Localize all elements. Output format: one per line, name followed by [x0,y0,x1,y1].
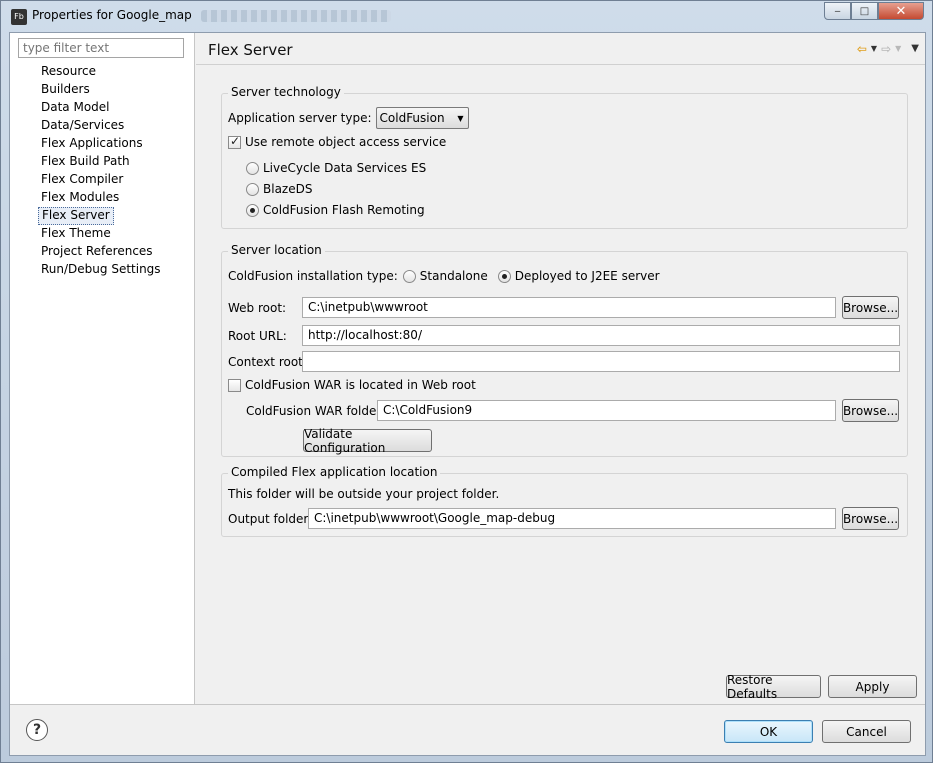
context-root-input[interactable] [302,351,900,372]
livecycle-label: LiveCycle Data Services ES [263,161,427,175]
war-folder-browse-button[interactable]: Browse... [842,399,899,422]
dialog-button-bar: ? OK Cancel [10,704,925,755]
app-server-type-select[interactable]: ColdFusion ▼ [375,107,469,129]
output-location-group: Compiled Flex application location This … [221,465,908,537]
app-server-type-row: Application server type: ColdFusion ▼ [228,107,469,129]
radio-livecycle[interactable]: LiveCycle Data Services ES [246,161,426,175]
tree-item-data-model[interactable]: Data Model [38,99,164,117]
filter-input[interactable] [18,38,184,58]
tree-item-data-services[interactable]: Data/Services [38,117,164,135]
close-button[interactable]: ✕ [878,2,924,20]
app-server-type-value: ColdFusion [379,111,445,125]
root-url-label: Root URL: [228,329,287,343]
cancel-button[interactable]: Cancel [822,720,911,743]
dialog-client-area: Resource Builders Data Model Data/Servic… [9,32,926,756]
view-menu-chevron-icon[interactable]: ▼ [911,42,919,56]
standalone-radio[interactable] [402,269,416,283]
forward-arrow-icon[interactable]: ⇨ [881,42,891,56]
tree-item-flex-compiler[interactable]: Flex Compiler [38,171,164,189]
page-navigation: ⇦ ▼ ⇨ ▼ ▼ [857,42,919,56]
apply-button[interactable]: Apply [828,675,917,698]
standalone-label[interactable]: Standalone [420,269,488,283]
remote-object-checkbox[interactable] [228,134,241,149]
output-note: This folder will be outside your project… [228,487,500,501]
tree-item-run-debug-settings[interactable]: Run/Debug Settings [38,261,164,279]
coldfusion-flash-remoting-label: ColdFusion Flash Remoting [263,203,425,217]
war-folder-label: ColdFusion WAR folder: [246,404,386,418]
remote-object-row[interactable]: Use remote object access service [228,134,447,149]
maximize-button[interactable]: □ [851,2,878,20]
war-in-webroot-label: ColdFusion WAR is located in Web root [245,378,476,392]
war-folder-input[interactable]: C:\ColdFusion9 [377,400,836,421]
restore-defaults-button[interactable]: Restore Defaults [726,673,821,701]
radio-blazeds[interactable]: BlazeDS [246,182,312,196]
output-location-label: Compiled Flex application location [228,465,441,479]
livecycle-radio[interactable] [246,161,259,175]
server-location-label: Server location [228,243,325,257]
tree-item-flex-server[interactable]: Flex Server [38,207,114,225]
install-type-row: ColdFusion installation type: Standalone… [228,269,660,283]
forward-menu-chevron-icon[interactable]: ▼ [895,42,901,56]
war-in-webroot-checkbox[interactable] [228,378,241,392]
properties-sidebar: Resource Builders Data Model Data/Servic… [10,33,195,704]
title-bar[interactable]: Fb Properties for Google_map ‒ □ ✕ [1,1,933,31]
radio-coldfusion-flash-remoting[interactable]: ColdFusion Flash Remoting [246,203,425,217]
tree-item-resource[interactable]: Resource [38,63,164,81]
blurred-title-area [201,10,391,22]
window-title: Properties for Google_map [32,8,192,22]
chevron-down-icon: ▼ [457,114,464,123]
back-menu-chevron-icon[interactable]: ▼ [871,42,877,56]
help-icon[interactable]: ? [26,719,48,741]
app-server-type-label: Application server type: [228,111,372,125]
context-root-label: Context root: [228,355,307,369]
window-controls: ‒ □ ✕ [824,2,924,20]
install-type-label: ColdFusion installation type: [228,269,398,283]
properties-tree: Resource Builders Data Model Data/Servic… [38,63,164,279]
ok-button[interactable]: OK [724,720,813,743]
tree-item-flex-build-path[interactable]: Flex Build Path [38,153,164,171]
tree-item-builders[interactable]: Builders [38,81,164,99]
tree-item-flex-applications[interactable]: Flex Applications [38,135,164,153]
server-location-group: Server location ColdFusion installation … [221,243,908,457]
root-url-input[interactable]: http://localhost:80/ [302,325,900,346]
app-icon: Fb [11,9,27,25]
web-root-input[interactable]: C:\inetpub\wwwroot [302,297,836,318]
web-root-browse-button[interactable]: Browse... [842,296,899,319]
war-in-webroot-row[interactable]: ColdFusion WAR is located in Web root [228,378,476,392]
properties-window: Fb Properties for Google_map ‒ □ ✕ Resou… [0,0,933,763]
server-technology-group: Server technology Application server typ… [221,85,908,229]
minimize-button[interactable]: ‒ [824,2,851,20]
web-root-label: Web root: [228,301,287,315]
title-separator [196,64,925,65]
validate-configuration-button[interactable]: Validate Configuration [303,427,432,455]
output-folder-browse-button[interactable]: Browse... [842,507,899,530]
blazeds-label: BlazeDS [263,182,313,196]
output-folder-input[interactable]: C:\inetpub\wwwroot\Google_map-debug [308,508,836,529]
property-page: Flex Server ⇦ ▼ ⇨ ▼ ▼ Server technology … [196,33,925,704]
j2ee-label[interactable]: Deployed to J2EE server [515,269,660,283]
coldfusion-flash-remoting-radio[interactable] [246,203,259,217]
server-technology-label: Server technology [228,85,344,99]
tree-item-flex-theme[interactable]: Flex Theme [38,225,164,243]
tree-item-project-references[interactable]: Project References [38,243,164,261]
page-title: Flex Server [208,41,293,59]
tree-item-flex-modules[interactable]: Flex Modules [38,189,164,207]
j2ee-radio[interactable] [497,269,511,283]
remote-object-label: Use remote object access service [245,135,447,149]
blazeds-radio[interactable] [246,182,259,196]
output-folder-label: Output folder: [228,512,313,526]
back-arrow-icon[interactable]: ⇦ [857,42,867,56]
